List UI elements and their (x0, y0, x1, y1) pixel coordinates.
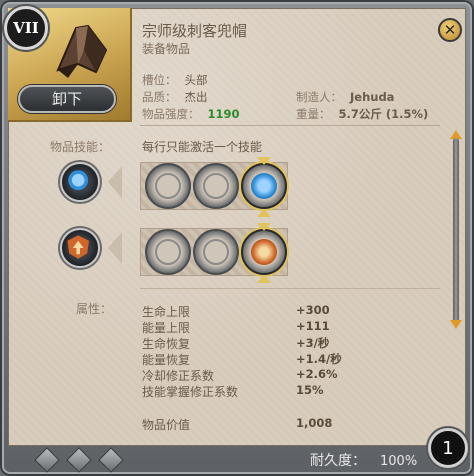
crescent-icon (203, 173, 229, 199)
attr-name: 生命恢复 (142, 337, 191, 351)
crafter-stat: 制造人： Jehuda (296, 89, 394, 105)
attr-value: +300 (296, 303, 330, 317)
attr-name: 能量恢复 (142, 353, 191, 367)
footer-bar: 耐久度： 100% (0, 444, 474, 476)
attr-value: +3/秒 (296, 336, 330, 350)
active-marker-top (257, 223, 271, 231)
shield-arrow-icon (251, 239, 277, 265)
skill-row-1 (140, 157, 288, 217)
swirl-icon (155, 173, 181, 199)
durability: 耐久度： 100% (310, 450, 417, 470)
active-marker-top (257, 157, 271, 165)
frost-orb-icon (68, 170, 89, 191)
active-marker-bottom (257, 209, 271, 217)
attr-name: 技能掌握修正系数 (142, 385, 239, 399)
weight-value: 5.7公斤 (1.5%) (338, 107, 429, 121)
scroll-down-icon[interactable] (450, 320, 462, 329)
crafter-value: Jehuda (350, 90, 395, 104)
stack-count-badge: 1 (428, 428, 468, 468)
power-label: 物品强度： (142, 107, 200, 121)
skills-note: 每行只能激活一个技能 (142, 140, 263, 154)
attr-name: 能量上限 (142, 321, 191, 335)
socket-diamond-icon (98, 447, 124, 473)
attr-value: 15% (296, 383, 324, 397)
durability-value: 100% (380, 454, 418, 469)
skills-label: 物品技能： (50, 140, 111, 154)
attr-value: +111 (296, 319, 330, 333)
attributes-label: 属性： (76, 302, 113, 316)
quality-stat: 品质： 杰出 (142, 89, 208, 105)
skill-slot-1-3[interactable] (241, 163, 287, 209)
weight-stat: 重量： 5.7公斤 (1.5%) (296, 106, 428, 122)
slot-stat: 槽位： 头部 (142, 72, 208, 88)
hood-icon (56, 24, 108, 78)
row2-pointer (108, 232, 122, 264)
skill-slot-1-2[interactable] (193, 163, 239, 209)
active-marker-bottom (257, 275, 271, 283)
selected-skill-row1[interactable] (60, 162, 100, 202)
item-category: 装备物品 (142, 42, 191, 56)
attr-name: 生命上限 (142, 305, 191, 319)
tower-icon (155, 239, 181, 265)
power-stat: 物品强度： 1190 (142, 106, 240, 122)
header-divider (140, 125, 440, 126)
item-value-amount: 1,008 (296, 416, 333, 430)
slot-value: 头部 (184, 73, 208, 87)
scroll-track[interactable] (453, 138, 459, 322)
crafter-label: 制造人： (296, 90, 342, 104)
attr-name: 冷却修正系数 (142, 369, 215, 383)
section-divider (140, 288, 440, 289)
item-name: 宗师级刺客兜帽 (142, 22, 248, 40)
item-value-label: 物品价值 (142, 418, 191, 432)
slot-label: 槽位： (142, 73, 177, 87)
tier-badge: VII (4, 6, 48, 50)
close-button[interactable]: ✕ (438, 18, 462, 42)
skill-slot-2-1[interactable] (145, 229, 191, 275)
crescent-icon (203, 239, 229, 265)
skill-row-2 (140, 223, 288, 283)
frost-orb-icon (251, 173, 277, 199)
attr-value: +1.4/秒 (296, 352, 342, 366)
unequip-button[interactable]: 卸下 (18, 85, 116, 113)
shield-arrow-icon (67, 235, 89, 259)
power-value: 1190 (207, 107, 240, 121)
socket-diamond-icon (66, 447, 92, 473)
skill-slot-1-1[interactable] (145, 163, 191, 209)
scrollbar[interactable] (450, 130, 462, 330)
durability-label: 耐久度： (310, 453, 366, 469)
selected-skill-row2[interactable] (60, 228, 100, 268)
skill-slot-2-3[interactable] (241, 229, 287, 275)
quality-label: 品质： (142, 90, 177, 104)
close-icon: ✕ (443, 21, 457, 39)
quality-value: 杰出 (184, 90, 208, 104)
attr-value: +2.6% (296, 367, 338, 381)
weight-label: 重量： (296, 107, 331, 121)
socket-diamond-icon (34, 447, 60, 473)
skill-slot-2-2[interactable] (193, 229, 239, 275)
row1-pointer (108, 166, 122, 198)
